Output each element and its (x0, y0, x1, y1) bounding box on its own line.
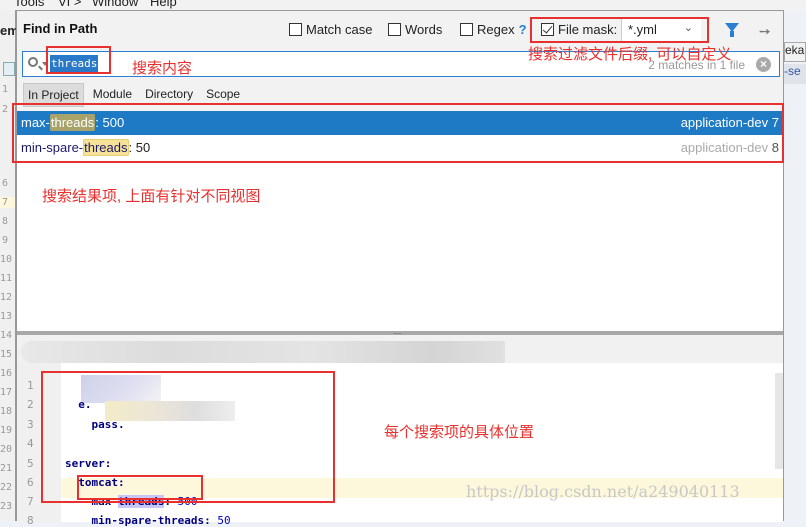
line-number: 1 (27, 379, 34, 392)
toolbar-icon[interactable] (3, 62, 15, 76)
gutter-line: 2 (2, 104, 9, 115)
words-label: Words (405, 22, 443, 37)
pin-icon[interactable]: ➚ (755, 21, 775, 41)
editor-scrollbar[interactable] (775, 373, 783, 469)
gutter-line: 8 (2, 216, 9, 227)
gutter-line: 18 (0, 406, 13, 417)
regex-checkbox[interactable]: Regex ? (460, 22, 527, 37)
line-number: 5 (27, 457, 34, 470)
gutter-line: 10 (0, 254, 13, 265)
search-icon[interactable] (28, 57, 38, 67)
line-number: 4 (27, 437, 34, 450)
line-number: 3 (27, 418, 34, 431)
blurred-path (21, 341, 505, 363)
gutter-line: 1 (2, 84, 9, 95)
gutter-line: 23 (0, 501, 13, 512)
regex-help-icon[interactable]: ? (519, 22, 527, 37)
menu-help[interactable]: Help (150, 0, 177, 9)
menu-tools[interactable]: Tools (14, 0, 44, 9)
annotation-search-content: 搜索内容 (132, 60, 193, 77)
gutter-line: 9 (2, 235, 9, 246)
ide-menubar: Tools VI > Window Help (0, 0, 806, 10)
gutter-line: 20 (0, 444, 13, 455)
annotation-box-results (12, 103, 784, 163)
annotation-box-file-mask (530, 17, 709, 43)
gutter-line: 21 (0, 463, 13, 474)
gutter-line: 6 (2, 178, 9, 189)
checkbox-box[interactable] (388, 23, 401, 36)
annotation-box-match-line (77, 475, 203, 500)
match-case-checkbox[interactable]: Match case (289, 22, 372, 37)
line-number: 2 (27, 398, 34, 411)
match-case-label: Match case (306, 22, 373, 37)
line-number: 7 (27, 495, 34, 508)
gutter-line: 17 (0, 387, 13, 398)
annotation-results: 搜索结果项, 上面有针对不同视图 (42, 188, 261, 205)
editor-tab[interactable]: -se (784, 64, 806, 84)
gutter-line: 22 (0, 482, 13, 493)
watermark: https://blog.csdn.net/a249040113 (466, 482, 740, 501)
gutter-line: 19 (0, 425, 13, 436)
gutter-line: 12 (0, 292, 13, 303)
regex-label: Regex (477, 22, 515, 37)
checkbox-box[interactable] (289, 23, 302, 36)
preview-header (17, 335, 783, 363)
ide-left-gutter: em 1 2 6 7 8 9 10 11 12 13 14 15 16 17 1… (0, 10, 19, 521)
dialog-title: Find in Path (23, 21, 98, 36)
gutter-line: 11 (0, 273, 13, 284)
gutter-line: 14 (0, 330, 13, 341)
annotation-box-search (46, 46, 111, 74)
annotation-preview: 每个搜索项的具体位置 (384, 424, 535, 441)
gutter-line: 13 (0, 311, 13, 322)
line-number: 6 (27, 476, 34, 489)
menu-window[interactable]: Window (92, 0, 138, 9)
gutter-line: 7 (0, 197, 15, 208)
gutter-line: 16 (0, 368, 13, 379)
checkbox-box[interactable] (460, 23, 473, 36)
clear-icon[interactable]: × (756, 57, 771, 72)
editor-tab[interactable]: eka (784, 42, 806, 62)
annotation-file-mask: 搜索过滤文件后缀, 可以自定义 (528, 46, 732, 63)
words-checkbox[interactable]: Words (388, 22, 442, 37)
menu-vi[interactable]: VI > (58, 0, 82, 9)
gutter-line: 15 (0, 349, 13, 360)
filter-icon[interactable] (725, 23, 739, 37)
